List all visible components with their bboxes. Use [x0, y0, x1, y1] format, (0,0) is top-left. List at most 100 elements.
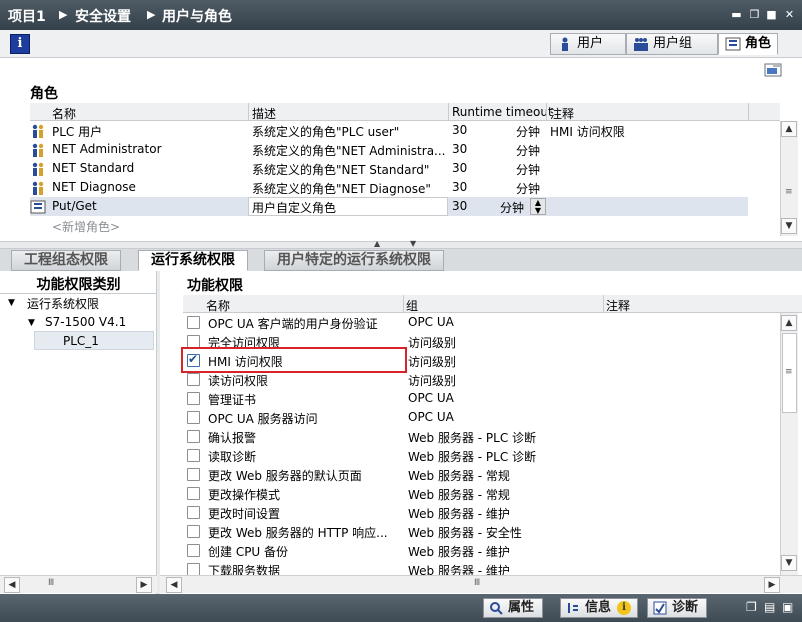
- role-row-net-diagnose[interactable]: NET Diagnose 系统定义的角色"NET Diagnose" 30 分钟: [30, 178, 780, 197]
- tree-item-cpu[interactable]: S7-1500 V4.1: [45, 315, 126, 329]
- right-name: 下载服务数据: [208, 564, 281, 575]
- diagnostics-button[interactable]: 诊断: [647, 598, 708, 618]
- add-new-role-row[interactable]: <新增角色>: [30, 216, 780, 235]
- right-checkbox[interactable]: [187, 392, 200, 405]
- tree-horizontal-scrollbar[interactable]: ◀ Ⅲ ▶: [0, 575, 157, 593]
- role-row-plc-user[interactable]: PLC 用户 系统定义的角色"PLC user" 30 分钟 HMI 访问权限: [30, 121, 780, 140]
- tab-user-groups[interactable]: 用户组: [626, 33, 718, 55]
- role-name: NET Administrator: [52, 142, 162, 156]
- minimize-icon[interactable]: ▬: [730, 8, 743, 21]
- right-group: Web 服务器 - 常规: [408, 488, 510, 502]
- right-name: 创建 CPU 备份: [208, 545, 289, 559]
- export-icon[interactable]: [764, 62, 782, 78]
- tree-title: 功能权限类别: [36, 277, 121, 293]
- minimize-panel-icon[interactable]: ▤: [764, 600, 775, 614]
- right-checkbox[interactable]: [187, 449, 200, 462]
- right-row[interactable]: 下载服务数据 Web 服务器 - 维护: [160, 560, 780, 575]
- scroll-right-icon[interactable]: ▶: [136, 577, 152, 593]
- column-header-comment[interactable]: 注释: [606, 297, 630, 314]
- tab-users[interactable]: 用户: [550, 33, 626, 55]
- right-checkbox[interactable]: [187, 373, 200, 386]
- scroll-left-icon[interactable]: ◀: [4, 577, 20, 593]
- tab-engineering-rights[interactable]: 工程组态权限: [11, 250, 121, 271]
- right-checkbox[interactable]: [187, 506, 200, 519]
- role-timeout-unit: 分钟: [516, 144, 541, 158]
- right-row[interactable]: 更改 Web 服务器的 HTTP 响应... Web 服务器 - 安全性: [160, 522, 780, 541]
- users-icon: [32, 162, 44, 176]
- expand-icon[interactable]: ▼: [8, 298, 15, 308]
- role-row-net-standard[interactable]: NET Standard 系统定义的角色"NET Standard" 30 分钟: [30, 159, 780, 178]
- info-icon[interactable]: i: [10, 34, 30, 54]
- role-timeout[interactable]: 30: [452, 199, 467, 213]
- role-row-put-get[interactable]: Put/Get 用户自定义角色 30 分钟 ▲ ▼: [30, 197, 748, 216]
- timeout-spinner[interactable]: ▲ ▼: [530, 198, 546, 215]
- scroll-right-icon[interactable]: ▶: [764, 577, 780, 593]
- float-window-icon[interactable]: ❐: [746, 600, 757, 614]
- panel-splitter[interactable]: ▲ ▼: [0, 239, 802, 249]
- tree-item-runtime-rights[interactable]: 运行系统权限: [27, 295, 99, 312]
- role-description[interactable]: 用户自定义角色: [252, 199, 336, 216]
- right-checkbox[interactable]: [187, 563, 200, 575]
- scroll-down-icon[interactable]: ▼: [781, 218, 797, 234]
- scroll-left-icon[interactable]: ◀: [166, 577, 182, 593]
- collapse-up-icon[interactable]: ▲: [374, 239, 380, 248]
- right-checkbox[interactable]: [187, 430, 200, 443]
- column-header-runtime-timeout[interactable]: Runtime timeout: [452, 105, 553, 119]
- tab-user-runtime-rights[interactable]: 用户特定的运行系统权限: [264, 250, 444, 271]
- rights-horizontal-scrollbar[interactable]: ◀ Ⅲ ▶: [160, 575, 802, 593]
- right-row[interactable]: 更改时间设置 Web 服务器 - 维护: [160, 503, 780, 522]
- breadcrumb-separator-icon: ▶: [59, 8, 68, 21]
- right-row[interactable]: 读取诊断 Web 服务器 - PLC 诊断: [160, 446, 780, 465]
- rights-vertical-scrollbar[interactable]: ▲ ≡ ▼: [780, 313, 798, 575]
- right-name: 确认报警: [208, 431, 257, 445]
- right-checkbox[interactable]: [187, 468, 200, 481]
- right-group: 访问级别: [408, 355, 457, 369]
- right-row[interactable]: 管理证书 OPC UA: [160, 389, 780, 408]
- scroll-up-icon[interactable]: ▲: [781, 121, 797, 137]
- float-window-icon[interactable]: ❐: [748, 8, 761, 21]
- users-icon: [32, 124, 44, 138]
- right-row[interactable]: 更改操作模式 Web 服务器 - 常规: [160, 484, 780, 503]
- column-header-name[interactable]: 名称: [52, 105, 76, 122]
- role-timeout-unit: 分钟: [516, 125, 541, 139]
- role-icon: [725, 37, 741, 51]
- maximize-icon[interactable]: ■: [765, 8, 778, 21]
- roles-vertical-scrollbar[interactable]: ▲ ≡ ▼: [780, 121, 798, 236]
- right-row[interactable]: OPC UA 客户端的用户身份验证 OPC UA: [160, 313, 780, 332]
- right-row[interactable]: 创建 CPU 备份 Web 服务器 - 维护: [160, 541, 780, 560]
- breadcrumb-project[interactable]: 项目1: [8, 6, 46, 26]
- right-checkbox[interactable]: [187, 544, 200, 557]
- role-row-net-administrator[interactable]: NET Administrator 系统定义的角色"NET Administra…: [30, 140, 780, 159]
- add-new-role[interactable]: <新增角色>: [52, 218, 120, 235]
- close-icon[interactable]: ✕: [783, 8, 796, 21]
- info-button[interactable]: 信息 i: [560, 598, 639, 618]
- scroll-down-icon[interactable]: ▼: [781, 555, 797, 571]
- scroll-grip-icon: Ⅲ: [48, 578, 55, 588]
- properties-button[interactable]: 属性: [483, 598, 544, 618]
- column-header-name[interactable]: 名称: [206, 297, 230, 314]
- breadcrumb-security[interactable]: 安全设置: [75, 6, 131, 26]
- column-header-description[interactable]: 描述: [252, 105, 276, 122]
- editor-toolbar: i 用户 用户组 角色: [0, 30, 802, 58]
- right-row[interactable]: 确认报警 Web 服务器 - PLC 诊断: [160, 427, 780, 446]
- column-header-group[interactable]: 组: [406, 297, 418, 314]
- maximize-panel-icon[interactable]: ▣: [782, 600, 793, 614]
- column-header-comment[interactable]: 注释: [550, 105, 574, 122]
- right-row[interactable]: 更改 Web 服务器的默认页面 Web 服务器 - 常规: [160, 465, 780, 484]
- role-description: 系统定义的角色"NET Standard": [252, 163, 430, 177]
- tab-runtime-rights[interactable]: 运行系统权限: [138, 250, 248, 271]
- right-name: 更改时间设置: [208, 507, 281, 521]
- right-checkbox[interactable]: [187, 525, 200, 538]
- expand-icon[interactable]: ▼: [28, 318, 35, 328]
- tab-roles[interactable]: 角色: [718, 33, 778, 55]
- scroll-up-icon[interactable]: ▲: [781, 315, 797, 331]
- collapse-down-icon[interactable]: ▼: [410, 239, 416, 248]
- right-checkbox[interactable]: [187, 411, 200, 424]
- right-checkbox[interactable]: [187, 487, 200, 500]
- tree-item-plc-selected[interactable]: PLC_1: [34, 331, 154, 350]
- tab-roles-label: 角色: [745, 36, 772, 51]
- right-checkbox[interactable]: [187, 316, 200, 329]
- users-icon: [32, 143, 44, 157]
- right-row[interactable]: OPC UA 服务器访问 OPC UA: [160, 408, 780, 427]
- scroll-grip-icon: Ⅲ: [474, 578, 481, 588]
